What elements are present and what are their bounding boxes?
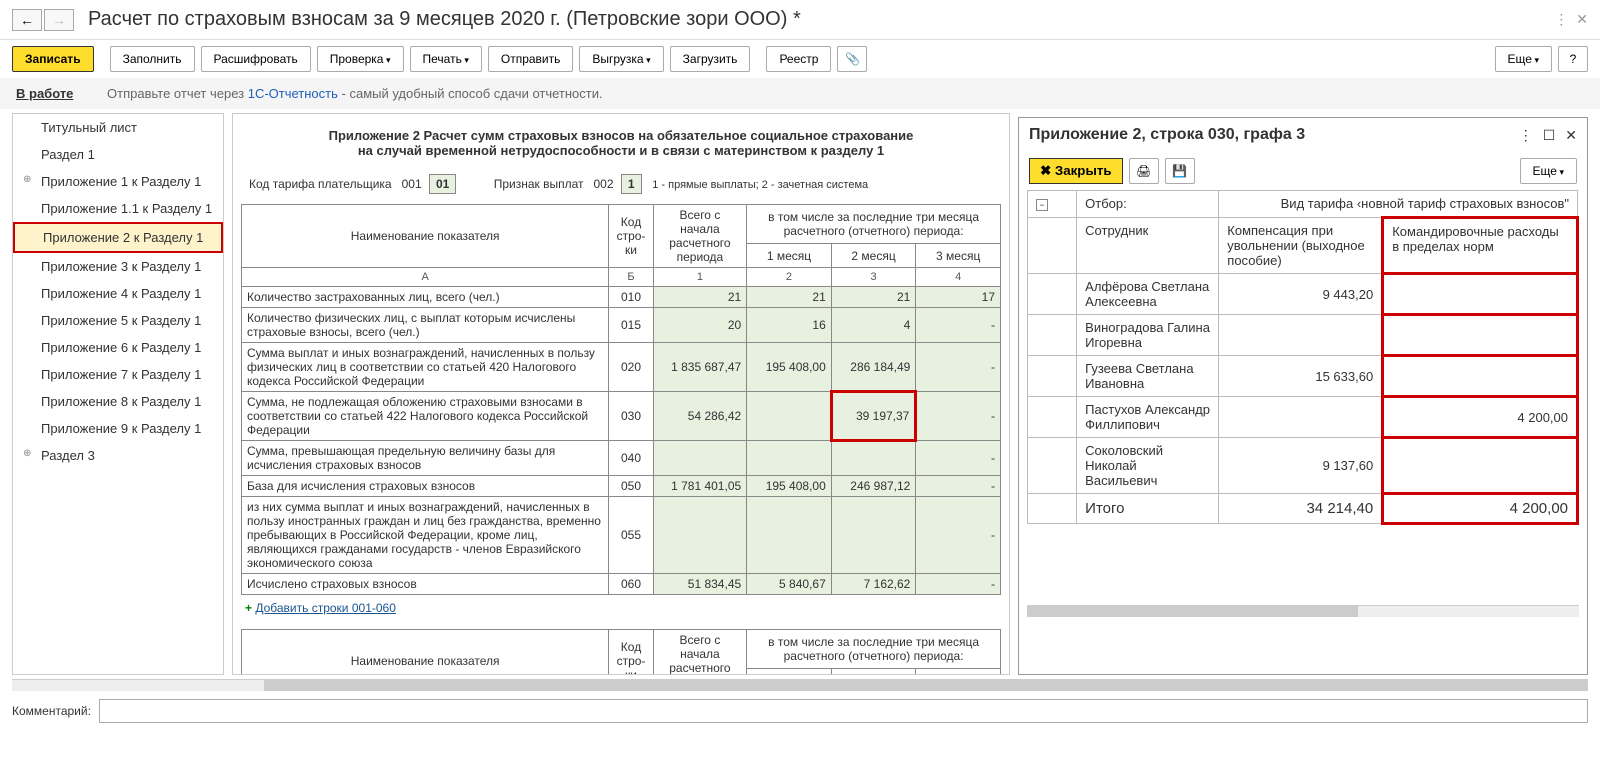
- list-item: Алфёрова Светлана Алексеевна9 443,20: [1028, 274, 1578, 315]
- sidebar: Титульный листРаздел 1Приложение 1 к Раз…: [12, 113, 224, 675]
- table-row: Количество физических лиц, с выплат кото…: [242, 308, 1001, 343]
- table-row: Сумма выплат и иных вознаграждений, начи…: [242, 343, 1001, 392]
- total-comp: 34 214,40: [1219, 494, 1383, 524]
- detail-panel: Приложение 2, строка 030, графа 3 ⋮ ☐ ✕ …: [1018, 117, 1588, 675]
- sidebar-item[interactable]: Приложение 5 к Разделу 1: [13, 307, 223, 334]
- list-item: Виноградова Галина Игоревна: [1028, 315, 1578, 356]
- report-table: Наименование показателя Код стро-ки Всег…: [241, 204, 1001, 595]
- forward-button[interactable]: →: [44, 9, 74, 31]
- decode-button[interactable]: Расшифровать: [201, 46, 311, 72]
- table-row: База для исчисления страховых взносов050…: [242, 476, 1001, 497]
- export-button[interactable]: Выгрузка: [579, 46, 663, 72]
- status-label[interactable]: В работе: [16, 86, 73, 101]
- sidebar-item[interactable]: Раздел 3: [13, 442, 223, 469]
- list-item: Соколовский Николай Васильевич9 137,60: [1028, 438, 1578, 494]
- panel-title: Приложение 2, строка 030, графа 3: [1029, 126, 1519, 144]
- help-button[interactable]: ?: [1558, 46, 1588, 72]
- table-row: из них сумма выплат и иных вознаграждени…: [242, 497, 1001, 574]
- attach-icon[interactable]: 📎: [837, 46, 867, 72]
- report-link[interactable]: 1С-Отчетность: [248, 86, 338, 101]
- status-text: Отправьте отчет через 1С-Отчетность - са…: [107, 86, 603, 101]
- table-row: Исчислено страховых взносов06051 834,455…: [242, 574, 1001, 595]
- sidebar-item[interactable]: Приложение 2 к Разделу 1: [13, 222, 223, 253]
- main-scrollbar[interactable]: [12, 679, 1588, 691]
- close-icon[interactable]: ✕: [1576, 11, 1588, 28]
- fill-button[interactable]: Заполнить: [110, 46, 195, 72]
- collapse-icon[interactable]: −: [1036, 199, 1048, 211]
- sidebar-item[interactable]: Титульный лист: [13, 114, 223, 141]
- sidebar-item[interactable]: Приложение 1 к Разделу 1: [13, 168, 223, 195]
- panel-max-icon[interactable]: ☐: [1543, 127, 1556, 144]
- table-row: Сумма, превышающая предельную величину б…: [242, 441, 1001, 476]
- tariff-code[interactable]: 01: [429, 174, 456, 194]
- list-item: Гузеева Светлана Ивановна15 633,60: [1028, 356, 1578, 397]
- save-icon[interactable]: 💾: [1165, 158, 1195, 184]
- save-button[interactable]: Записать: [12, 46, 94, 72]
- list-item: Пастухов Александр Филлипович4 200,00: [1028, 397, 1578, 438]
- comment-label: Комментарий:: [12, 704, 91, 718]
- total-label: Итого: [1077, 494, 1219, 524]
- table-row: Сумма, не подлежащая обложению страховым…: [242, 392, 1001, 441]
- add-rows-link[interactable]: + Добавить строки 001-060: [241, 595, 400, 621]
- panel-more-button[interactable]: Еще: [1520, 158, 1577, 184]
- sidebar-item[interactable]: Приложение 8 к Разделу 1: [13, 388, 223, 415]
- more-button[interactable]: Еще: [1495, 46, 1552, 72]
- sidebar-item[interactable]: Приложение 6 к Разделу 1: [13, 334, 223, 361]
- sidebar-item[interactable]: Приложение 3 к Разделу 1: [13, 253, 223, 280]
- page-title: Расчет по страховым взносам за 9 месяцев…: [88, 8, 1554, 31]
- report-table-2: Наименование показателя Код стро-ки Всег…: [241, 629, 1001, 675]
- pay-code[interactable]: 1: [621, 174, 642, 194]
- send-button[interactable]: Отправить: [488, 46, 574, 72]
- sidebar-item[interactable]: Приложение 1.1 к Разделу 1: [13, 195, 223, 222]
- registry-button[interactable]: Реестр: [766, 46, 831, 72]
- menu-icon[interactable]: ⋮: [1554, 11, 1568, 28]
- back-button[interactable]: ←: [12, 9, 42, 31]
- close-button[interactable]: Закрыть: [1029, 158, 1123, 184]
- sidebar-item[interactable]: Приложение 7 к Разделу 1: [13, 361, 223, 388]
- print-icon[interactable]: 🖨: [1129, 158, 1159, 184]
- check-button[interactable]: Проверка: [317, 46, 404, 72]
- form-title: Приложение 2 Расчет сумм страховых взнос…: [241, 122, 1001, 164]
- comment-input[interactable]: [99, 699, 1588, 723]
- sidebar-item[interactable]: Раздел 1: [13, 141, 223, 168]
- load-button[interactable]: Загрузить: [670, 46, 751, 72]
- table-row: Количество застрахованных лиц, всего (че…: [242, 287, 1001, 308]
- panel-menu-icon[interactable]: ⋮: [1519, 127, 1533, 144]
- panel-scrollbar[interactable]: [1027, 605, 1579, 617]
- report-content: Приложение 2 Расчет сумм страховых взнос…: [232, 113, 1010, 675]
- sidebar-item[interactable]: Приложение 9 к Разделу 1: [13, 415, 223, 442]
- panel-close-icon[interactable]: ✕: [1565, 127, 1577, 144]
- total-trip: 4 200,00: [1383, 494, 1578, 524]
- print-button[interactable]: Печать: [410, 46, 482, 72]
- detail-table: − Отбор: Вид тарифа ‹новной тариф страхо…: [1027, 190, 1579, 525]
- sidebar-item[interactable]: Приложение 4 к Разделу 1: [13, 280, 223, 307]
